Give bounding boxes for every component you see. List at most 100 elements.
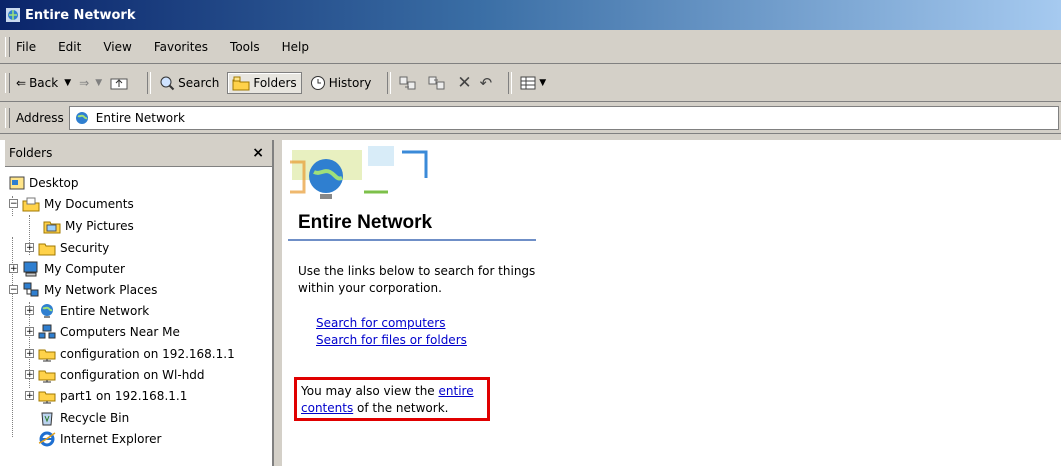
folders-pane: Folders × Desktop − My Documents My Pict… <box>5 140 274 466</box>
tree-item-my-documents[interactable]: − My Documents <box>9 193 134 214</box>
search-icon <box>160 76 175 90</box>
tree-item-label: configuration on 192.168.1.1 <box>60 346 235 361</box>
up-folder-button[interactable] <box>110 75 131 91</box>
tree-item-configuration-192[interactable]: + configuration on 192.168.1.1 <box>25 343 235 364</box>
tree-item-recycle-bin[interactable]: Recycle Bin <box>25 407 129 428</box>
expand-icon[interactable]: + <box>25 243 34 253</box>
tree-item-label: Computers Near Me <box>60 324 180 339</box>
forward-button[interactable]: ⇒ ▼ <box>79 76 102 90</box>
network-folder-icon <box>38 370 56 382</box>
menu-view[interactable]: View <box>103 40 131 54</box>
undo-icon: ↶ <box>479 73 493 92</box>
back-arrow-icon: ⇐ <box>16 75 27 90</box>
tree-item-security[interactable]: + Security <box>25 237 109 258</box>
title-rule <box>288 239 536 241</box>
back-dropdown-icon[interactable]: ▼ <box>64 78 71 88</box>
expand-icon[interactable]: + <box>25 349 34 359</box>
search-button[interactable]: Search <box>159 75 219 91</box>
tree-item-desktop[interactable]: Desktop <box>9 172 79 193</box>
folders-button[interactable]: Folders <box>227 71 302 94</box>
description-text: Use the links below to search for things… <box>298 264 536 295</box>
close-icon[interactable]: × <box>252 145 264 161</box>
tree-item-configuration-wl-hdd[interactable]: + configuration on Wl-hdd <box>25 364 205 385</box>
highlighted-note: You may also view the entire contents of… <box>294 377 490 421</box>
search-computers-link[interactable]: Search for computers <box>316 316 445 330</box>
tree-item-entire-network[interactable]: + Entire Network <box>25 300 149 321</box>
menu-file[interactable]: File <box>16 40 36 54</box>
toolbar-separator <box>508 71 513 94</box>
search-files-link[interactable]: Search for files or folders <box>316 333 467 347</box>
back-label: Back <box>29 75 59 90</box>
folders-label: Folders <box>253 75 297 90</box>
views-dropdown-icon[interactable]: ▼ <box>539 78 546 88</box>
tree-item-my-network-places[interactable]: − My Network Places <box>9 279 157 300</box>
my-documents-icon <box>22 197 40 211</box>
note-suffix: of the network. <box>353 401 449 415</box>
tree-item-label: Internet Explorer <box>60 431 162 446</box>
tree-item-computers-near-me[interactable]: + Computers Near Me <box>25 321 180 342</box>
network-folder-icon <box>38 349 56 361</box>
collapse-icon[interactable]: − <box>9 199 18 209</box>
tree-item-my-computer[interactable]: + My Computer <box>9 258 125 279</box>
note-prefix: You may also view the <box>301 384 439 398</box>
search-label: Search <box>178 75 220 90</box>
internet-explorer-icon <box>38 431 56 446</box>
tree-item-internet-explorer[interactable]: Internet Explorer <box>25 428 161 449</box>
history-button[interactable]: History <box>310 75 372 91</box>
delete-icon: ✕ <box>457 72 472 93</box>
tree-item-label: Entire Network <box>60 303 150 318</box>
desktop-icon <box>9 176 25 189</box>
address-value: Entire Network <box>95 110 185 125</box>
expand-icon[interactable]: + <box>25 391 34 401</box>
folder-icon <box>38 243 56 255</box>
pictures-folder-icon <box>43 221 61 233</box>
tree-item-label: part1 on 192.168.1.1 <box>60 388 188 403</box>
tree-item-label: My Network Places <box>44 282 158 297</box>
window-title: Entire Network <box>25 7 136 23</box>
move-to-icon <box>399 76 416 89</box>
copy-to-button[interactable] <box>428 75 449 91</box>
webview-pane: Entire Network Use the links below to se… <box>282 140 1061 466</box>
menu-grip[interactable] <box>5 36 10 57</box>
pane-splitter[interactable] <box>274 140 282 466</box>
up-folder-icon <box>110 78 128 89</box>
undo-button[interactable]: ↶ <box>480 74 493 92</box>
tree-item-label: My Computer <box>44 261 125 276</box>
expand-icon[interactable]: + <box>25 327 34 337</box>
back-button[interactable]: ⇐ Back ▼ <box>16 76 71 90</box>
address-label: Address <box>16 110 64 125</box>
folders-title: Folders <box>9 146 53 160</box>
tree-item-label: My Documents <box>44 196 134 211</box>
menu-edit[interactable]: Edit <box>58 40 81 54</box>
globe-icon <box>6 8 20 22</box>
views-button[interactable]: ▼ <box>520 75 546 91</box>
forward-dropdown-icon[interactable]: ▼ <box>95 78 102 88</box>
toolbar-grip[interactable] <box>5 72 10 93</box>
tree-item-part1[interactable]: + part1 on 192.168.1.1 <box>25 385 187 406</box>
folders-icon <box>232 76 250 90</box>
page-title: Entire Network <box>298 212 433 233</box>
network-banner-graphic <box>284 142 444 208</box>
menu-bar: File Edit View Favorites Tools Help <box>0 30 1061 64</box>
computer-icon <box>23 261 38 276</box>
expand-icon[interactable]: + <box>25 306 34 316</box>
menu-tools[interactable]: Tools <box>230 40 260 54</box>
collapse-icon[interactable]: − <box>9 285 18 295</box>
delete-button[interactable]: ✕ <box>457 73 471 93</box>
history-label: History <box>328 75 372 90</box>
menu-help[interactable]: Help <box>282 40 309 54</box>
toolbar: ⇐ Back ▼ ⇒ ▼ Search Folders History ✕ ↶ … <box>0 64 1061 102</box>
recycle-bin-icon <box>41 412 53 425</box>
move-to-button[interactable] <box>399 75 420 91</box>
address-grip[interactable] <box>5 107 10 128</box>
address-field[interactable]: Entire Network <box>68 105 1059 130</box>
network-places-icon <box>23 282 39 296</box>
expand-icon[interactable]: + <box>25 370 34 380</box>
title-bar: Entire Network <box>0 0 1061 30</box>
expand-icon[interactable]: + <box>9 264 18 274</box>
globe-icon <box>41 303 53 318</box>
tree-item-my-pictures[interactable]: My Pictures <box>43 215 134 236</box>
workgroup-icon <box>38 324 56 338</box>
address-bar: Address Entire Network <box>0 102 1061 134</box>
menu-favorites[interactable]: Favorites <box>154 40 208 54</box>
